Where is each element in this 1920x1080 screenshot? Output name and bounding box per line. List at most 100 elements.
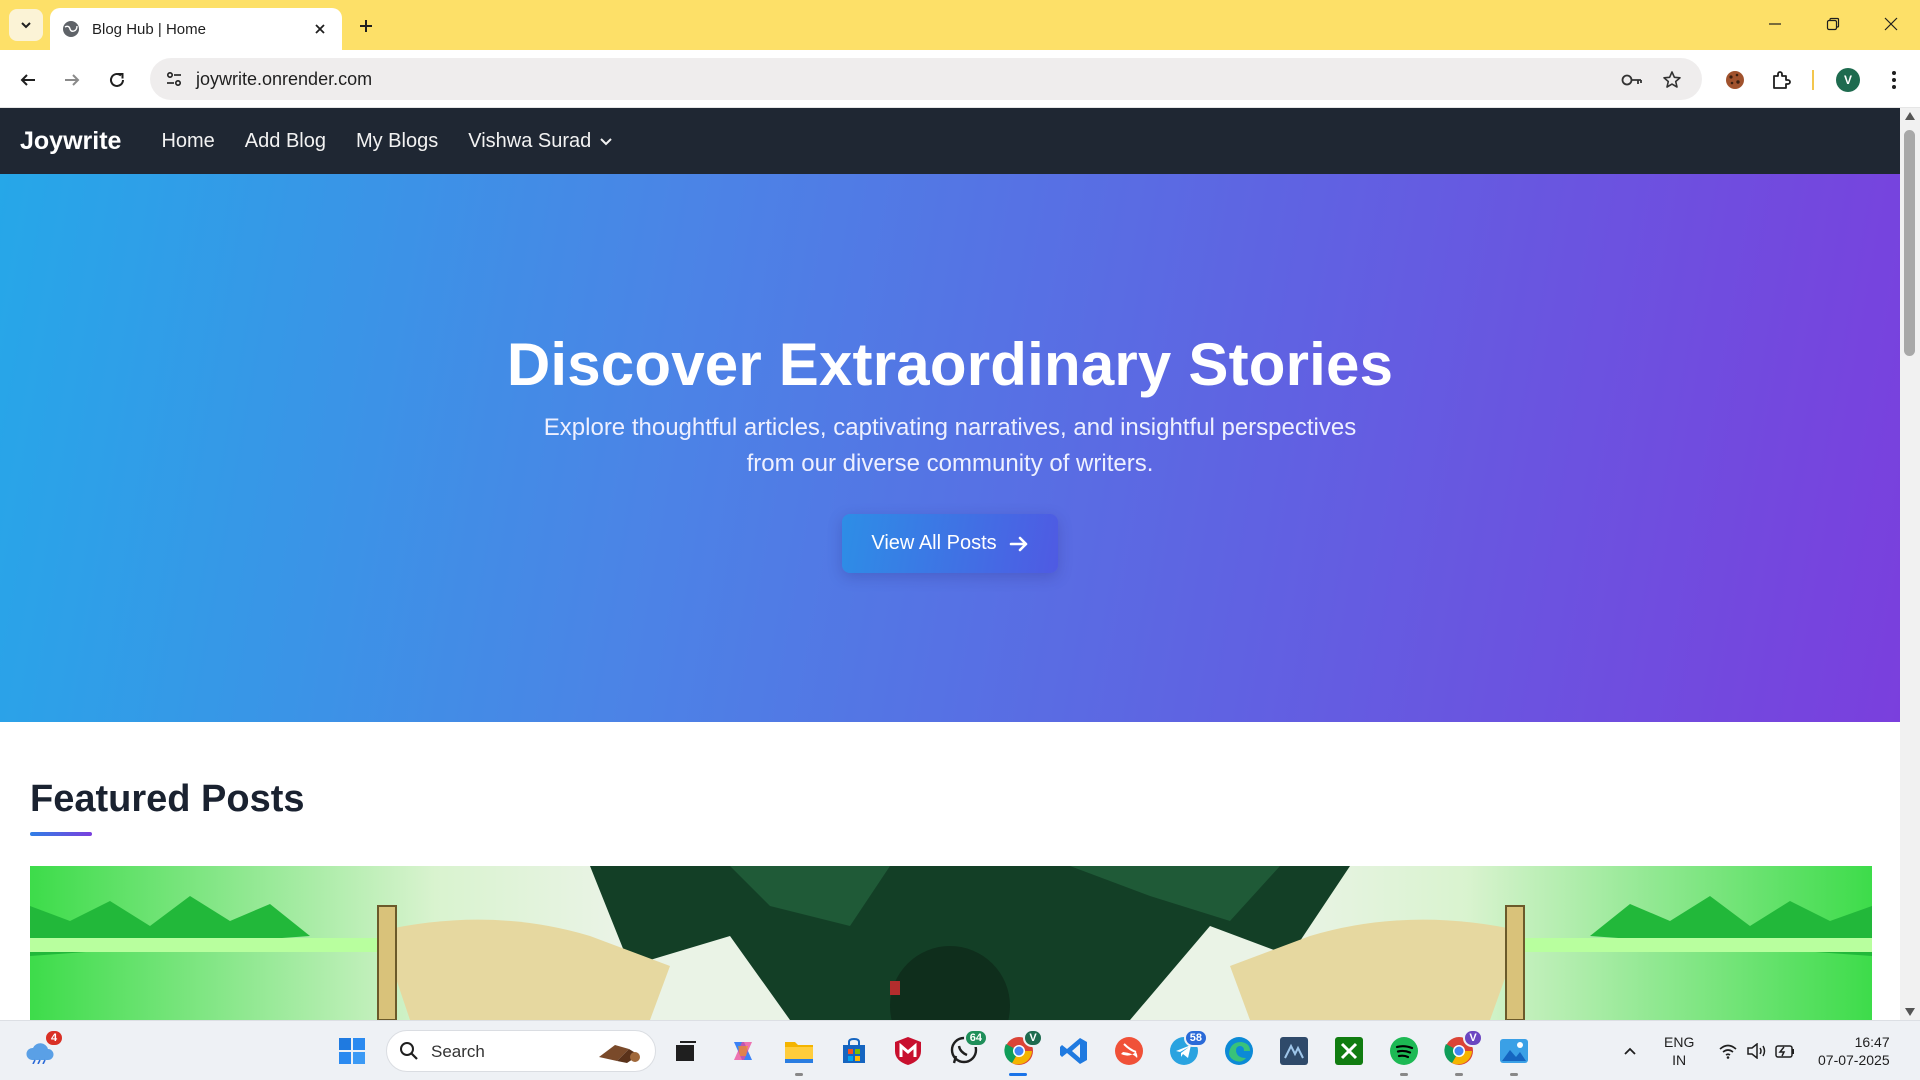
folder-icon	[785, 1042, 813, 1063]
page-scrollbar[interactable]	[1900, 108, 1920, 1020]
microsoft-store-app[interactable]	[838, 1035, 870, 1067]
nav-link-add-blog[interactable]: Add Blog	[245, 130, 326, 153]
hero-section: Discover Extraordinary Stories Explore t…	[0, 174, 1900, 722]
reload-button[interactable]	[101, 64, 133, 96]
mcafee-app[interactable]	[892, 1035, 924, 1067]
chevron-down-icon	[600, 138, 612, 146]
telegram-badge: 58	[1183, 1029, 1208, 1047]
mcafee-shield-icon	[895, 1037, 921, 1065]
new-tab-button[interactable]	[352, 12, 380, 40]
hero-title: Discover Extraordinary Stories	[506, 331, 1394, 398]
start-button[interactable]	[336, 1035, 368, 1067]
file-explorer-app[interactable]	[783, 1035, 815, 1067]
whatsapp-app[interactable]: 64	[948, 1029, 988, 1067]
taskbar-search-input[interactable]: Search	[386, 1030, 656, 1072]
site-info-icon[interactable]	[160, 65, 188, 93]
swift-app[interactable]	[1113, 1035, 1145, 1067]
tab-close-icon[interactable]	[310, 19, 330, 39]
tab-title: Blog Hub | Home	[92, 20, 206, 38]
chevron-down-icon	[21, 22, 31, 29]
task-view-button[interactable]	[670, 1035, 702, 1067]
search-highlight-image	[599, 1045, 640, 1063]
password-key-icon[interactable]	[1618, 66, 1646, 94]
telegram-app[interactable]: 58	[1168, 1029, 1208, 1067]
active-app-indicator	[1009, 1073, 1027, 1076]
language-line-1: ENG	[1664, 1034, 1695, 1050]
chrome-profile-app[interactable]: V	[1443, 1029, 1483, 1067]
photos-app[interactable]	[1498, 1035, 1530, 1067]
page-viewport: Joywrite Home Add Blog My Blogs Vishwa S…	[0, 108, 1900, 1020]
nav-link-my-blogs[interactable]: My Blogs	[356, 130, 438, 153]
screen: Blog Hub | Home joywrite.onrender.com V …	[0, 0, 1920, 1080]
view-all-posts-button[interactable]: View All Posts	[842, 514, 1058, 573]
chrome-app[interactable]: V	[1003, 1029, 1043, 1067]
nav-link-home[interactable]: Home	[161, 130, 214, 153]
restore-button[interactable]	[1804, 0, 1862, 48]
hero-subtitle-line-1: Explore thoughtful articles, captivating…	[543, 414, 1357, 441]
weather-badge: 4	[44, 1029, 64, 1047]
close-icon	[1884, 17, 1898, 31]
site-brand-logo[interactable]: Joywrite	[20, 127, 121, 156]
edge-icon	[1225, 1037, 1253, 1065]
clock-date: 07-07-2025	[1818, 1052, 1890, 1068]
quick-settings[interactable]	[1718, 1021, 1796, 1080]
heading-underline	[30, 832, 92, 836]
search-placeholder: Search	[431, 1042, 485, 1061]
mysql-workbench-icon	[1280, 1037, 1308, 1065]
browser-toolbar: joywrite.onrender.com V	[0, 50, 1920, 108]
restore-icon	[1826, 17, 1840, 31]
clock[interactable]: 16:47 07-07-2025	[1818, 1021, 1890, 1080]
running-indicator	[1510, 1073, 1518, 1076]
arrow-left-icon	[20, 74, 35, 86]
wifi-icon	[1719, 1044, 1737, 1059]
url-text[interactable]: joywrite.onrender.com	[196, 69, 372, 90]
scrollbar-thumb[interactable]	[1904, 130, 1915, 356]
bookmark-star-icon[interactable]	[1658, 66, 1686, 94]
profile-button[interactable]: V	[1832, 64, 1864, 96]
browser-tabstrip: Blog Hub | Home	[0, 0, 1920, 50]
chrome2-profile-badge: V	[1463, 1029, 1483, 1047]
language-indicator[interactable]: ENG IN	[1664, 1021, 1694, 1080]
spotify-app[interactable]	[1388, 1035, 1420, 1067]
tab-search-button[interactable]	[9, 9, 43, 41]
back-button[interactable]	[12, 64, 44, 96]
edge-app[interactable]	[1223, 1035, 1255, 1067]
xbox-app[interactable]	[1333, 1035, 1365, 1067]
weather-widget[interactable]: 4	[24, 1029, 64, 1067]
forward-button[interactable]	[56, 64, 88, 96]
chrome-profile-badge: V	[1023, 1029, 1043, 1047]
chevron-up-icon	[1624, 1047, 1636, 1055]
browser-menu-button[interactable]	[1878, 64, 1910, 96]
clock-time: 16:47	[1854, 1034, 1890, 1050]
extensions-puzzle-icon[interactable]	[1765, 64, 1797, 96]
system-tray-overflow[interactable]	[1622, 1021, 1638, 1080]
kebab-menu-icon	[1892, 71, 1896, 89]
running-indicator	[1455, 1073, 1463, 1076]
plus-icon	[360, 20, 372, 32]
browser-tab-active[interactable]: Blog Hub | Home	[50, 8, 342, 50]
reload-icon	[110, 72, 124, 87]
minimize-icon	[1769, 23, 1781, 25]
featured-post-image[interactable]	[30, 866, 1872, 1020]
address-bar[interactable]: joywrite.onrender.com	[150, 58, 1702, 100]
site-navbar: Joywrite Home Add Blog My Blogs Vishwa S…	[0, 108, 1900, 174]
task-view-icon	[676, 1041, 696, 1061]
scroll-up-arrow-icon[interactable]	[1905, 112, 1915, 120]
avatar: V	[1836, 68, 1860, 92]
windows-logo-icon	[339, 1038, 365, 1064]
volume-icon	[1747, 1043, 1766, 1059]
vscode-app[interactable]	[1058, 1035, 1090, 1067]
mysql-workbench-app[interactable]	[1278, 1035, 1310, 1067]
featured-posts-heading: Featured Posts	[30, 778, 305, 820]
close-window-button[interactable]	[1862, 0, 1920, 48]
view-all-posts-label: View All Posts	[871, 532, 997, 554]
minimize-button[interactable]	[1746, 0, 1804, 48]
photos-icon	[1500, 1039, 1528, 1063]
xbox-icon	[1335, 1037, 1363, 1065]
cookie-extension-icon[interactable]	[1719, 64, 1751, 96]
scroll-down-arrow-icon[interactable]	[1905, 1008, 1915, 1016]
windows-taskbar: 4 Search 64 V 58 V ENG IN 16:47 07-07-20…	[0, 1020, 1920, 1080]
battery-charging-icon	[1775, 1045, 1794, 1058]
copilot-app[interactable]	[727, 1035, 759, 1067]
user-menu-dropdown[interactable]: Vishwa Surad	[468, 130, 613, 153]
